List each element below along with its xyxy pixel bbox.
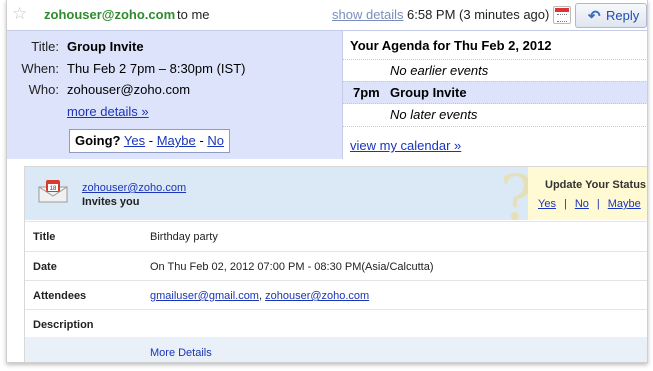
detail-title-value: Birthday party [150,231,218,243]
message-time: 6:58 PM (3 minutes ago) [407,7,550,22]
detail-attendees-value: gmailuser@gmail.com, zohouser@zoho.com [150,290,369,302]
card-footer [25,337,647,362]
invite-panel: Title: Group Invite When: Thu Feb 2 7pm … [7,30,342,159]
calendar-icon-grid [557,14,567,22]
star-icon[interactable]: ☆ [12,5,27,22]
detail-row-description: Description [25,309,647,339]
status-separator: | [596,198,600,210]
reply-arrow-icon: ↶ [588,8,601,25]
status-separator: | [563,198,567,210]
more-details-button[interactable]: More Details [150,347,212,359]
update-status-title: Update Your Status [545,179,647,191]
recipient-text: to me [177,7,210,22]
detail-row-title: Title Birthday party [25,221,647,251]
rsvp-yes-link[interactable]: Yes [124,133,145,148]
agenda-row: No earlier events [343,59,647,82]
more-details-link[interactable]: more details » [67,104,149,119]
email-view: ☆ zohouser@zoho.com to me show details 6… [6,0,648,363]
detail-row-date: Date On Thu Feb 02, 2012 07:00 PM - 08:3… [25,251,647,281]
calendar-icon-header [555,8,569,12]
svg-text:18: 18 [50,186,57,192]
detail-attendees-label: Attendees [33,290,87,302]
going-label: Going? [75,133,121,148]
rsvp-separator: - [148,133,154,148]
inviter-email-link[interactable]: zohouser@zoho.com [82,182,186,194]
sender-name[interactable]: zohouser@zoho.com [44,7,175,22]
title-value: Group Invite [67,39,144,54]
status-maybe-link[interactable]: Maybe [608,198,641,210]
agenda-event-time: 7pm [353,85,380,100]
agenda-before-text: No earlier events [390,63,489,78]
view-calendar-link[interactable]: view my calendar » [350,138,461,153]
agenda-event-title: Group Invite [390,85,467,100]
rsvp-box: Going? Yes - Maybe - No [69,129,230,153]
rsvp-no-link[interactable]: No [207,133,224,148]
rsvp-maybe-link[interactable]: Maybe [157,133,196,148]
status-no-link[interactable]: No [575,198,589,210]
message-header: ☆ zohouser@zoho.com to me show details 6… [7,0,647,30]
agenda-panel: Your Agenda for Thu Feb 2, 2012 No earli… [342,30,647,159]
title-label: Title: [31,39,59,54]
agenda-after-text: No later events [390,107,478,122]
attendee-link[interactable]: gmailuser@gmail.com [150,290,259,302]
agenda-title: Your Agenda for Thu Feb 2, 2012 [350,38,552,53]
card-header: 18 zohouser@zoho.com Invites you ? Updat… [25,167,647,229]
invite-envelope-icon: 18 [38,180,68,203]
detail-description-label: Description [33,319,94,331]
attendee-link[interactable]: zohouser@zoho.com [265,290,369,302]
calendar-icon[interactable] [553,6,571,24]
status-yes-link[interactable]: Yes [538,198,556,210]
detail-date-label: Date [33,261,57,273]
zoho-invite-card: 18 zohouser@zoho.com Invites you ? Updat… [24,166,647,362]
update-status-box: Update Your Status Yes | No | Maybe [528,167,647,220]
detail-title-label: Title [33,231,56,243]
who-label: Who: [28,82,59,97]
reply-label: Reply [606,8,640,23]
attendee-separator: , [258,290,263,302]
reply-button[interactable]: ↶ Reply [575,3,647,28]
when-value: Thu Feb 2 7pm – 8:30pm (IST) [67,61,246,76]
show-details-link[interactable]: show details [332,7,404,22]
agenda-event-row[interactable]: 7pm Group Invite [343,81,647,104]
agenda-row: No later events [343,103,647,127]
rsvp-separator: - [199,133,204,148]
when-label: When: [21,61,59,76]
who-value: zohouser@zoho.com [67,82,191,97]
status-links: Yes | No | Maybe [538,198,641,210]
detail-date-value: On Thu Feb 02, 2012 07:00 PM - 08:30 PM(… [150,261,434,273]
detail-row-attendees: Attendees gmailuser@gmail.com, zohouser@… [25,280,647,310]
invites-you-text: Invites you [82,196,140,208]
